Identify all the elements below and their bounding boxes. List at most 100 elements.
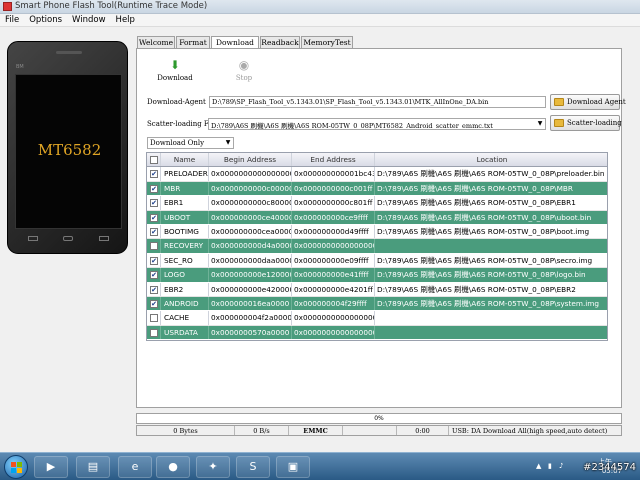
header-location[interactable]: Location bbox=[375, 153, 609, 166]
row-location[interactable]: D:\789\A6S 刷機\A6S 刷機\A6S ROM-05TW_0_08P\… bbox=[375, 167, 609, 180]
progress-text: 0% bbox=[374, 415, 384, 422]
download-button[interactable]: ⬇ Download bbox=[155, 58, 195, 82]
status-bar: 0 Bytes 0 B/s EMMC 0:00 USB: DA Download… bbox=[136, 425, 622, 436]
row-location[interactable]: D:\789\A6S 刷機\A6S 刷機\A6S ROM-05TW_0_08P\… bbox=[375, 196, 609, 209]
chevron-down-icon: ▼ bbox=[225, 139, 231, 146]
row-checkbox[interactable]: ✔ bbox=[150, 285, 158, 294]
row-name: PRELOADER bbox=[161, 167, 209, 181]
header-name[interactable]: Name bbox=[161, 153, 209, 167]
row-end-address: 0x000000000e41ffff bbox=[292, 268, 375, 282]
scatter-field[interactable]: D:\789\A6S 刷機\A6S 刷機\A6S ROM-05TW_0_08P\… bbox=[208, 118, 546, 130]
table-row[interactable]: ✔ SEC_RO 0x000000000daa0000 0x000000000e09f… bbox=[147, 253, 609, 269]
row-checkbox-cell[interactable]: ✔ bbox=[147, 268, 161, 282]
table-row[interactable]: ✔ ANDROID 0x000000016ea0000 0x000000004f29f… bbox=[147, 296, 609, 312]
download-agent-field[interactable]: D:\789\SP_Flash_Tool_v5.1343.01\SP_Flash… bbox=[209, 96, 546, 108]
table-row[interactable]: ✔ EBR2 0x000000000e420000 0x000000000e4201f… bbox=[147, 282, 609, 297]
download-mode-select[interactable]: Download Only ▼ bbox=[147, 137, 234, 149]
app-tool-icon[interactable]: ✦ bbox=[196, 456, 230, 478]
row-checkbox-cell[interactable] bbox=[147, 311, 161, 325]
table-row[interactable]: USRDATA 0x0000000570a0000 0x00000000000000… bbox=[147, 325, 609, 341]
watermark: #2344574 bbox=[583, 462, 636, 473]
status-time: 0:00 bbox=[397, 426, 449, 435]
row-end-address: 0x0000000000000000 bbox=[292, 239, 375, 253]
row-checkbox-cell[interactable]: ✔ bbox=[147, 224, 161, 239]
status-storage: EMMC bbox=[289, 426, 343, 435]
row-checkbox-cell[interactable]: ✔ bbox=[147, 196, 161, 210]
stop-button[interactable]: ◉ Stop bbox=[224, 58, 264, 82]
row-checkbox-cell[interactable] bbox=[147, 239, 161, 253]
row-checkbox[interactable] bbox=[150, 328, 158, 337]
row-end-address: 0x0000000000000000 bbox=[292, 311, 375, 325]
header-select-all[interactable] bbox=[147, 153, 161, 167]
row-location[interactable]: D:\789\A6S 刷機\A6S 刷機\A6S ROM-05TW_0_08P\… bbox=[375, 225, 609, 238]
table-row[interactable]: ✔ LOGO 0x000000000e120000 0x000000000e41fff… bbox=[147, 268, 609, 283]
row-checkbox[interactable]: ✔ bbox=[150, 184, 158, 193]
row-location[interactable]: D:\789\A6S 刷機\A6S 刷機\A6S ROM-05TW_0_08P\… bbox=[375, 211, 609, 224]
table-row[interactable]: ✔ PRELOADER 0x0000000000000000 0x0000000000… bbox=[147, 167, 609, 182]
row-location[interactable]: D:\789\A6S 刷機\A6S 刷機\A6S ROM-05TW_0_08P\… bbox=[375, 254, 609, 267]
internet-explorer-icon[interactable]: e bbox=[118, 456, 152, 478]
menu-options[interactable]: Options bbox=[24, 14, 67, 26]
row-checkbox-cell[interactable]: ✔ bbox=[147, 167, 161, 181]
media-player-icon[interactable]: ▶ bbox=[34, 456, 68, 478]
network-icon[interactable]: ▮ bbox=[548, 462, 552, 470]
row-checkbox[interactable] bbox=[150, 314, 158, 323]
scatter-label: Scatter-loading File bbox=[147, 120, 218, 128]
stop-label: Stop bbox=[235, 74, 253, 82]
row-checkbox[interactable]: ✔ bbox=[150, 271, 158, 280]
row-checkbox-cell[interactable]: ✔ bbox=[147, 282, 161, 296]
row-location[interactable]: D:\789\A6S 刷機\A6S 刷機\A6S ROM-05TW_0_08P\… bbox=[375, 182, 609, 195]
row-checkbox-cell[interactable]: ✔ bbox=[147, 181, 161, 196]
row-location[interactable]: D:\789\A6S 刷機\A6S 刷機\A6S ROM-05TW_0_08P\… bbox=[375, 297, 609, 310]
row-checkbox-cell[interactable]: ✔ bbox=[147, 253, 161, 268]
skype-icon[interactable]: S bbox=[236, 456, 270, 478]
row-checkbox[interactable]: ✔ bbox=[150, 199, 158, 208]
row-checkbox[interactable]: ✔ bbox=[150, 227, 158, 236]
download-agent-button[interactable]: Download Agent bbox=[550, 94, 626, 110]
table-row[interactable]: ✔ BOOTIMG 0x000000000cea0000 0x000000000d49… bbox=[147, 224, 609, 240]
chip-label: MT6582 bbox=[37, 141, 102, 159]
title-bar: Smart Phone Flash Tool(Runtime Trace Mod… bbox=[0, 0, 640, 14]
row-location[interactable] bbox=[375, 326, 609, 339]
scatter-value: D:\789\A6S 刷機\A6S 刷機\A6S ROM-05TW_0_08P\… bbox=[211, 122, 493, 130]
chevron-down-icon[interactable]: ▼ bbox=[536, 120, 544, 128]
row-end-address: 0x000000000001bc43 bbox=[292, 167, 375, 181]
row-location[interactable]: D:\789\A6S 刷機\A6S 刷機\A6S ROM-05TW_0_08P\… bbox=[375, 268, 609, 281]
table-row[interactable]: RECOVERY 0x000000000d4a0000 0x000000000000… bbox=[147, 239, 609, 254]
row-begin-address: 0x0000000000000000 bbox=[209, 167, 292, 181]
row-location[interactable] bbox=[375, 311, 609, 324]
menu-window[interactable]: Window bbox=[67, 14, 111, 26]
start-button[interactable] bbox=[4, 455, 28, 479]
tray-arrow-icon[interactable]: ▲ bbox=[536, 462, 541, 470]
header-end-address[interactable]: End Address bbox=[292, 153, 375, 167]
header-begin-address[interactable]: Begin Address bbox=[209, 153, 292, 167]
row-location[interactable]: D:\789\A6S 刷機\A6S 刷機\A6S ROM-05TW_0_08P\… bbox=[375, 283, 609, 296]
table-row[interactable]: ✔ UBOOT 0x000000000ce40000 0x000000000ce9ff… bbox=[147, 210, 609, 225]
row-checkbox[interactable]: ✔ bbox=[150, 256, 158, 265]
row-checkbox-cell[interactable]: ✔ bbox=[147, 296, 161, 311]
table-row[interactable]: CACHE 0x000000004f2a0000 0x000000000000000… bbox=[147, 311, 609, 326]
file-explorer-icon[interactable]: ▤ bbox=[76, 456, 110, 478]
row-checkbox[interactable]: ✔ bbox=[150, 213, 158, 222]
download-agent-label: Download-Agent bbox=[147, 98, 206, 106]
row-checkbox[interactable] bbox=[150, 242, 158, 251]
row-checkbox[interactable]: ✔ bbox=[150, 299, 158, 308]
row-checkbox[interactable]: ✔ bbox=[150, 170, 158, 179]
phone-image: BM MT6582 bbox=[7, 41, 128, 254]
select-all-checkbox[interactable] bbox=[150, 156, 158, 164]
folder-icon bbox=[554, 119, 564, 127]
table-row[interactable]: ✔ EBR1 0x0000000000c80000 0x0000000000c801f… bbox=[147, 196, 609, 211]
row-checkbox-cell[interactable]: ✔ bbox=[147, 210, 161, 224]
row-checkbox-cell[interactable] bbox=[147, 325, 161, 340]
status-usb: USB: DA Download All(high speed,auto det… bbox=[452, 427, 608, 435]
menu-file[interactable]: File bbox=[0, 14, 24, 26]
volume-icon[interactable]: ♪ bbox=[559, 462, 563, 470]
row-location[interactable] bbox=[375, 239, 609, 252]
chrome-icon[interactable]: ● bbox=[156, 456, 190, 478]
flash-tool-taskbar-icon[interactable]: ▣ bbox=[276, 456, 310, 478]
table-row[interactable]: ✔ MBR 0x0000000000c00000 0x0000000000c001ff… bbox=[147, 181, 609, 197]
download-arrow-icon: ⬇ bbox=[169, 58, 181, 72]
row-name: SEC_RO bbox=[161, 253, 209, 268]
scatter-loading-button[interactable]: Scatter-loading bbox=[550, 115, 622, 131]
menu-help[interactable]: Help bbox=[111, 14, 140, 26]
